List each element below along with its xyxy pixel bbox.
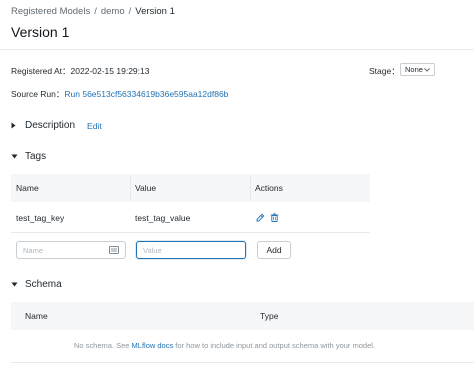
tag-row-name: test_tag_key	[16, 213, 65, 223]
registered-at-label: Registered At：	[11, 66, 71, 76]
schema-empty-suffix: for how to include input and output sche…	[173, 341, 376, 350]
tags-col-value: Value	[135, 183, 157, 193]
stage-select-value: None	[405, 65, 423, 74]
tags-section-header[interactable]: Tags	[11, 151, 46, 162]
tag-row-value: test_tag_value	[135, 213, 191, 223]
breadcrumb: Registered Models / demo / Version 1	[11, 6, 175, 17]
mlflow-docs-link[interactable]: MLflow docs	[132, 341, 174, 350]
calendar-icon	[109, 246, 119, 254]
schema-empty-prefix: No schema. See	[74, 341, 132, 350]
header-divider	[0, 49, 474, 50]
row-divider	[11, 232, 370, 233]
tag-name-input[interactable]: Name	[16, 241, 126, 259]
schema-empty-message: No schema. See MLflow docs for how to in…	[74, 341, 375, 350]
breadcrumb-registered-models[interactable]: Registered Models	[11, 6, 90, 17]
source-run-link[interactable]: Run 56e513cf56334619b36e595aa12df86b	[64, 89, 228, 99]
chevron-down-icon	[424, 67, 430, 72]
col-divider	[130, 174, 131, 202]
stage-label: Stage：	[369, 66, 400, 76]
schema-title: Schema	[25, 279, 62, 290]
tags-col-actions: Actions	[255, 183, 283, 193]
caret-right-icon	[11, 122, 21, 129]
tags-col-name: Name	[16, 183, 39, 193]
breadcrumb-current: Version 1	[135, 6, 175, 17]
schema-bottom-divider	[11, 362, 474, 363]
description-edit-link[interactable]: Edit	[87, 121, 102, 131]
breadcrumb-separator: /	[128, 6, 132, 17]
schema-col-name: Name	[25, 311, 48, 321]
description-title: Description	[25, 120, 76, 131]
registered-at-value: 2022-02-15 19:29:13	[70, 66, 150, 76]
schema-table-header	[11, 302, 474, 330]
tag-name-placeholder: Name	[23, 245, 44, 255]
stage-select[interactable]: None	[400, 63, 435, 76]
breadcrumb-model-demo[interactable]: demo	[101, 6, 125, 17]
source-run: Source Run：Run 56e513cf56334619b36e595aa…	[11, 88, 228, 100]
tags-table-header	[11, 174, 370, 202]
caret-down-icon	[11, 282, 21, 287]
col-divider	[250, 174, 251, 202]
schema-section-header[interactable]: Schema	[11, 279, 62, 290]
delete-icon[interactable]	[270, 213, 279, 222]
tags-title: Tags	[25, 151, 47, 162]
schema-col-type: Type	[260, 311, 279, 321]
caret-down-icon	[11, 154, 21, 159]
add-tag-button[interactable]: Add	[257, 241, 291, 259]
edit-icon[interactable]	[256, 213, 265, 222]
description-section-header[interactable]: Description Edit	[11, 120, 102, 131]
registered-at: Registered At：2022-02-15 19:29:13	[11, 65, 149, 77]
tag-value-input[interactable]: Value	[136, 241, 246, 259]
source-run-label: Source Run：	[11, 89, 65, 99]
tag-value-placeholder: Value	[143, 245, 162, 255]
breadcrumb-separator: /	[94, 6, 97, 17]
page-title: Version 1	[11, 24, 70, 40]
